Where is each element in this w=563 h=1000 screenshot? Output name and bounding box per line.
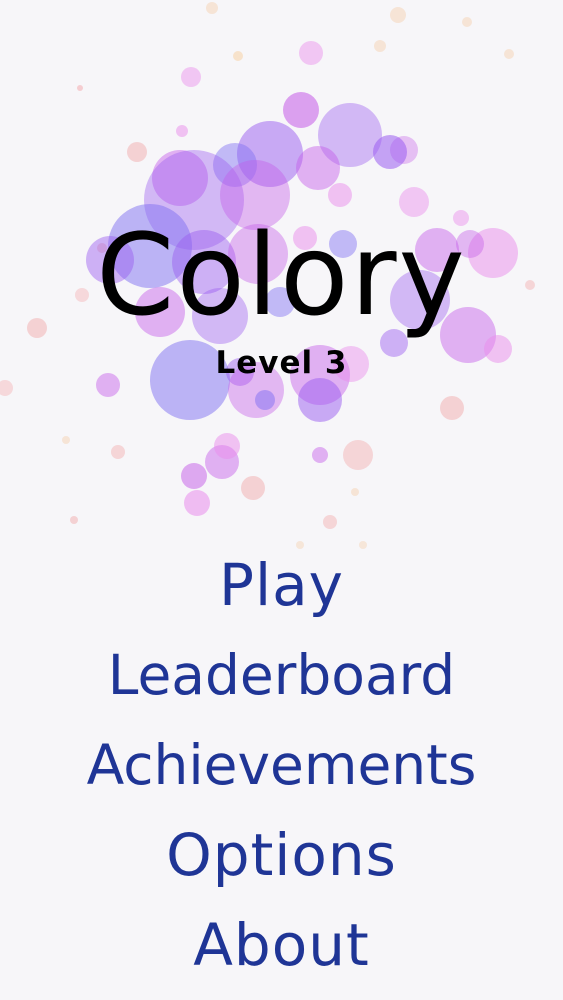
bubble (390, 7, 406, 23)
bubble (312, 447, 328, 463)
bubble (374, 40, 386, 52)
bubble (241, 476, 265, 500)
bubble (351, 488, 359, 496)
bubble (233, 51, 243, 61)
play-button[interactable]: Play (0, 540, 563, 630)
bubble (298, 378, 342, 422)
bubble (214, 433, 240, 459)
bubble (504, 49, 514, 59)
bubble (343, 440, 373, 470)
options-button[interactable]: Options (0, 810, 563, 900)
level-label: Level 3 (215, 345, 348, 381)
bubble (77, 85, 83, 91)
game-main-menu: Colory Level 3 Play Leaderboard Achievem… (0, 0, 563, 1000)
bubble (440, 396, 464, 420)
bubble (296, 146, 340, 190)
bubble (255, 390, 275, 410)
bubble (206, 2, 218, 14)
bubble (127, 142, 147, 162)
bubble (181, 463, 207, 489)
bubble (299, 41, 323, 65)
main-menu: Play Leaderboard Achievements Options Ab… (0, 540, 563, 990)
achievements-button[interactable]: Achievements (0, 720, 563, 810)
bubble (62, 436, 70, 444)
bubble (181, 67, 201, 87)
bubble (328, 183, 352, 207)
bubble (111, 445, 125, 459)
bubble (462, 17, 472, 27)
bubble (184, 490, 210, 516)
about-button[interactable]: About (0, 900, 563, 990)
bubble (323, 515, 337, 529)
bubble (373, 135, 407, 169)
bubble (176, 125, 188, 137)
leaderboard-button[interactable]: Leaderboard (0, 630, 563, 720)
bubble (283, 92, 319, 128)
bubble (70, 516, 78, 524)
app-title: Colory (96, 211, 467, 341)
